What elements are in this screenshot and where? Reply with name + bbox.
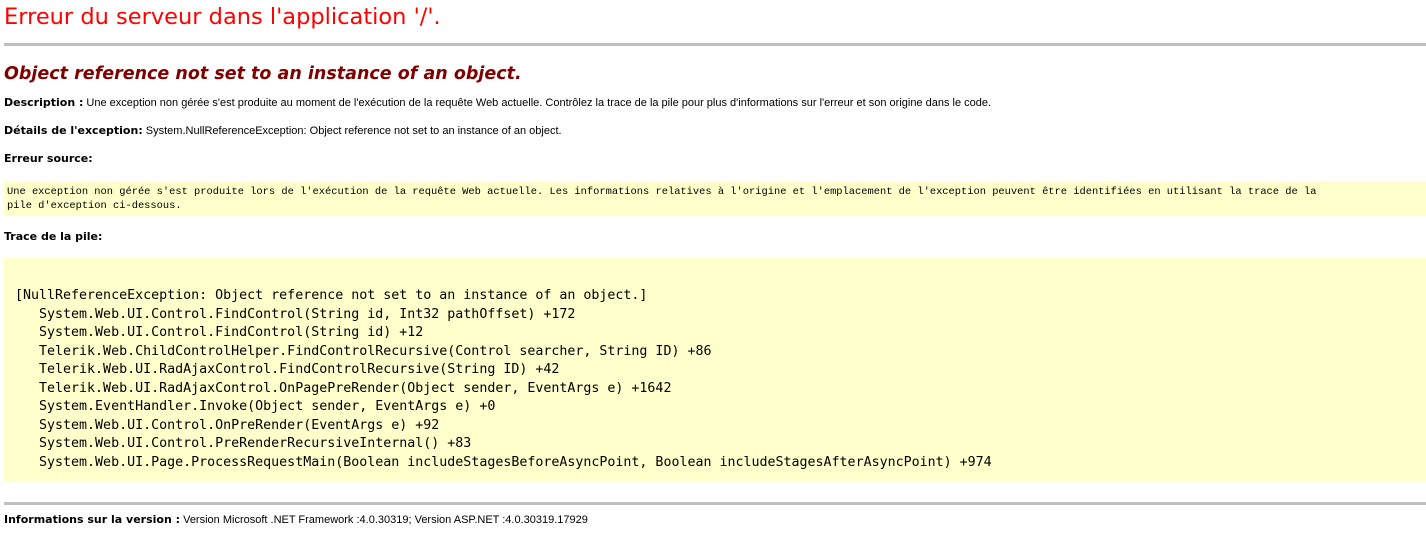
exception-details-text: System.NullReferenceException: Object re…	[142, 125, 562, 137]
title-divider	[4, 43, 1426, 46]
footer-divider	[4, 502, 1426, 505]
stack-trace-line: System.Web.UI.Page.ProcessRequestMain(Bo…	[15, 454, 992, 470]
stack-trace-line: Telerik.Web.ChildControlHelper.FindContr…	[15, 343, 712, 359]
stack-trace-label: Trace de la pile:	[4, 230, 103, 243]
stack-trace-line: System.Web.UI.Control.FindControl(String…	[15, 325, 424, 340]
stack-trace-box: [NullReferenceException: Object referenc…	[4, 258, 1426, 482]
stack-trace-line: System.EventHandler.Invoke(Object sender…	[15, 399, 496, 414]
description-text: Une exception non gérée s'est produite a…	[83, 97, 992, 109]
source-error-line: pile d'exception ci-dessous.	[7, 200, 182, 212]
stack-trace-line: System.Web.UI.Control.FindControl(String…	[15, 306, 576, 322]
source-error-line: Une exception non gérée s'est produite l…	[7, 186, 1317, 198]
stack-trace-line: System.Web.UI.Control.PreRenderRecursive…	[15, 436, 472, 451]
stack-trace-line: [NullReferenceException: Object referenc…	[15, 288, 648, 303]
stack-trace-line: Telerik.Web.UI.RadAjaxControl.OnPagePreR…	[15, 380, 672, 396]
stack-trace-line: System.Web.UI.Control.OnPreRender(EventA…	[15, 417, 440, 433]
exception-details-row: Détails de l'exception: System.NullRefer…	[4, 124, 1423, 138]
stack-trace-line: Telerik.Web.UI.RadAjaxControl.FindContro…	[15, 362, 560, 377]
version-info-text: Version Microsoft .NET Framework :4.0.30…	[180, 514, 588, 526]
page-title: Erreur du serveur dans l'application '/'…	[4, 4, 441, 30]
source-error-box: Une exception non gérée s'est produite l…	[4, 181, 1426, 216]
source-error-label: Erreur source:	[4, 152, 93, 165]
version-info-label: Informations sur la version :	[4, 513, 181, 526]
description-row: Description : Une exception non gérée s'…	[4, 96, 1423, 110]
error-message: Object reference not set to an instance …	[4, 64, 522, 84]
description-label: Description :	[4, 96, 84, 109]
exception-details-label: Détails de l'exception:	[4, 124, 143, 137]
stack-trace-heading: Trace de la pile:	[4, 230, 1423, 244]
source-error-heading: Erreur source:	[4, 152, 1423, 166]
version-info-row: Informations sur la version : Version Mi…	[4, 513, 1423, 527]
error-page: Erreur du serveur dans l'application '/'…	[4, 0, 1426, 527]
